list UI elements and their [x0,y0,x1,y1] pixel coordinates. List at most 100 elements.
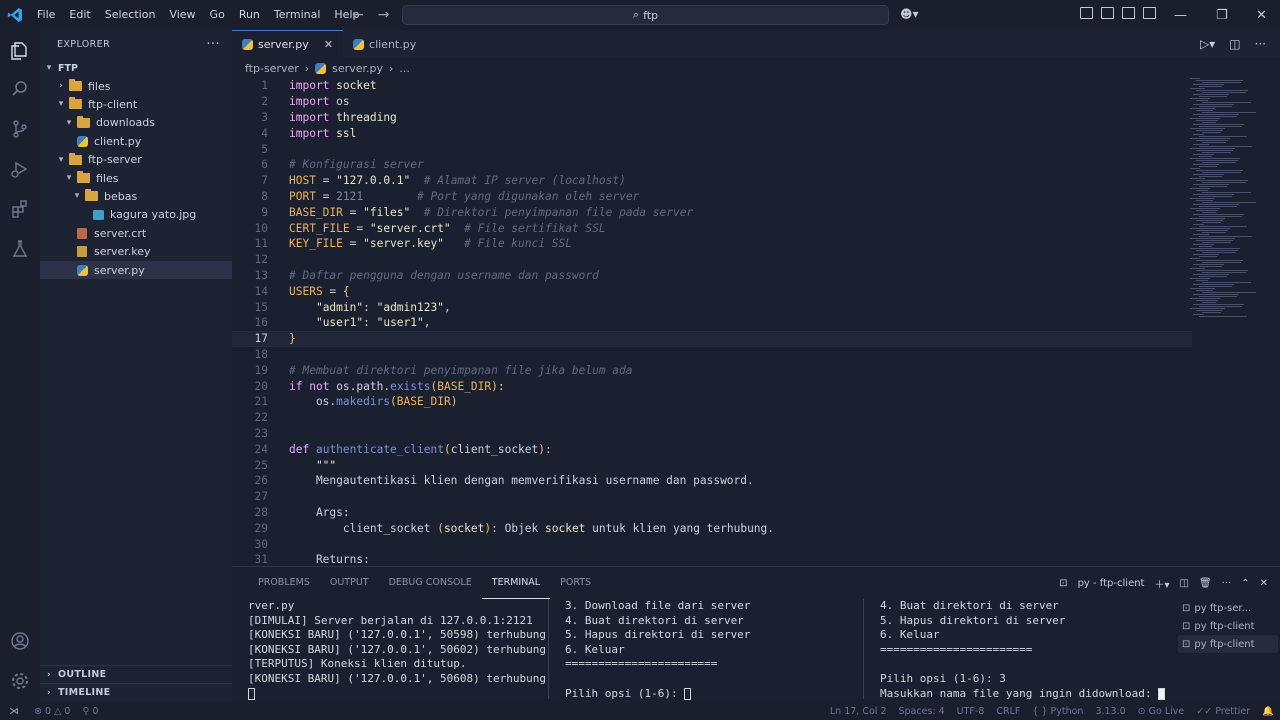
go-live-button[interactable]: ⊙ Go Live [1132,706,1191,717]
panel-tab-output[interactable]: OUTPUT [320,567,379,599]
editor-tab[interactable]: client.py [343,30,459,58]
code-line[interactable]: 3 import threading [232,110,1192,126]
toggle-secondary-sidebar-icon[interactable] [1143,7,1156,19]
maximize-panel-icon[interactable]: ⌃ [1241,578,1249,589]
code-line[interactable]: 28 Args: [232,505,1192,521]
tree-item[interactable]: server.key [40,243,232,261]
menu-go[interactable]: Go [203,0,232,30]
breadcrumb-folder[interactable]: ftp-server [245,62,299,75]
code-line[interactable]: 29 client_socket (socket): Objek socket … [232,520,1192,536]
run-debug-icon[interactable] [9,158,31,180]
notifications-bell-icon[interactable]: 🔔 [1256,706,1280,717]
menu-selection[interactable]: Selection [98,0,163,30]
panel-tab-problems[interactable]: PROBLEMS [248,567,320,599]
new-terminal-icon[interactable]: ＋▾ [1154,576,1169,591]
prettier-status[interactable]: ✓✓ Prettier [1190,706,1256,717]
code-line[interactable]: 9 BASE_DIR = "files" # Direktori penyimpa… [232,204,1192,220]
problems-status[interactable]: ⊗ 0 △ 0 [28,706,76,717]
tree-item[interactable]: server.crt [40,224,232,242]
code-line[interactable]: 10 CERT_FILE = "server.crt" # File sertif… [232,220,1192,236]
tree-item[interactable]: ▾ downloads [40,114,232,132]
terminal-title[interactable]: py - ftp-client [1078,578,1145,589]
terminal-divider[interactable] [863,599,864,699]
terminal-divider[interactable] [548,599,549,699]
back-arrow-icon[interactable]: ← [352,7,364,23]
workspace-root[interactable]: ▾ FTP [40,59,232,77]
menu-run[interactable]: Run [232,0,267,30]
more-actions-icon[interactable]: ··· [1255,37,1266,51]
code-line[interactable]: 23 [232,426,1192,442]
toggle-panel-icon[interactable] [1122,7,1135,19]
more-actions-icon[interactable]: ··· [206,37,220,52]
search-view-icon[interactable] [9,78,31,100]
forward-arrow-icon[interactable]: → [378,7,390,23]
code-line[interactable]: 31 Returns: [232,552,1192,566]
code-line[interactable]: 12 [232,252,1192,268]
menu-file[interactable]: File [30,0,62,30]
terminal-pane-client-2[interactable]: 4. Buat direktori di server 5. Hapus dire… [880,599,1170,703]
close-tab-icon[interactable]: ✕ [324,38,333,51]
tree-item[interactable]: ▾ bebas [40,187,232,205]
code-line[interactable]: 15 "admin": "admin123", [232,299,1192,315]
indentation[interactable]: Spaces: 4 [893,706,951,717]
end-of-line[interactable]: CRLF [990,706,1026,717]
panel-tab-ports[interactable]: PORTS [550,567,601,599]
close-window-button[interactable]: ✕ [1256,0,1267,30]
code-line[interactable]: 7 HOST = "127.0.0.1" # Alamat IP server (… [232,173,1192,189]
editor-tab[interactable]: server.py ✕ [232,30,344,58]
tree-item[interactable]: ▾ ftp-server [40,151,232,169]
code-line[interactable]: 21 os.makedirs(BASE_DIR) [232,394,1192,410]
restore-button[interactable]: ❐ [1216,0,1228,30]
source-control-icon[interactable] [9,118,31,140]
terminal-list-item[interactable]: ⊡ py ftp-client [1178,617,1278,635]
run-file-icon[interactable]: ▷▾ [1200,37,1215,51]
extensions-icon[interactable] [9,198,31,220]
code-line[interactable]: 16 "user1": "user1", [232,315,1192,331]
split-terminal-icon[interactable]: ◫ [1180,578,1189,589]
split-editor-icon[interactable]: ◫ [1229,37,1240,51]
terminal-pane-client-1[interactable]: 3. Download file dari server 4. Buat dire… [565,599,855,703]
cursor-position[interactable]: Ln 17, Col 2 [824,706,893,717]
toggle-sidebar-icon[interactable] [1101,7,1114,19]
code-line[interactable]: 6 # Konfigurasi server [232,157,1192,173]
terminal-list-item[interactable]: ⊡ py ftp-client [1178,635,1278,653]
encoding[interactable]: UTF-8 [951,706,991,717]
code-line[interactable]: 13 # Daftar pengguna dengan username dan … [232,268,1192,284]
account-icon[interactable] [9,630,31,652]
code-line[interactable]: 8 PORT = 2121 # Port yang digunakan oleh … [232,189,1192,205]
menu-edit[interactable]: Edit [62,0,97,30]
code-line[interactable]: 11 KEY_FILE = "server.key" # File kunci S… [232,236,1192,252]
more-actions-icon[interactable]: ··· [1222,578,1232,589]
menu-view[interactable]: View [162,0,202,30]
breadcrumb-more[interactable]: ... [399,62,410,75]
customize-layout-icon[interactable] [1080,7,1093,19]
code-line[interactable]: 14 USERS = { [232,283,1192,299]
code-line[interactable]: 18 [232,347,1192,363]
tree-item[interactable]: client.py [40,132,232,150]
code-line[interactable]: 22 [232,410,1192,426]
code-line[interactable]: 1 import socket [232,78,1192,94]
code-line[interactable]: 26 Mengautentikasi klien dengan memverif… [232,473,1192,489]
kill-terminal-icon[interactable]: 🗑 [1199,578,1212,589]
code-line[interactable]: 4 import ssl [232,125,1192,141]
code-line[interactable]: 17} [232,330,1192,347]
command-center-search[interactable]: ⌕ ftp [402,5,889,25]
code-line[interactable]: 20 if not os.path.exists(BASE_DIR): [232,378,1192,394]
tree-item[interactable]: ▾ ftp-client [40,95,232,113]
remote-indicator-icon[interactable]: ⋊ [0,702,28,720]
code-line[interactable]: 27 [232,489,1192,505]
testing-flask-icon[interactable] [9,238,31,260]
timeline-section[interactable]: › TIMELINE [40,683,232,701]
minimap[interactable] [1190,78,1256,338]
terminal-list-item[interactable]: ⊡ py ftp-ser... [1178,599,1278,617]
code-line[interactable]: 25 """ [232,457,1192,473]
code-line[interactable]: 19 # Membuat direktori penyimpanan file j… [232,362,1192,378]
code-line[interactable]: 24 def authenticate_client(client_socket)… [232,441,1192,457]
outline-section[interactable]: › OUTLINE [40,665,232,683]
copilot-icon[interactable]: ☻▾ [900,7,919,21]
settings-gear-icon[interactable] [9,670,31,692]
explorer-icon[interactable] [9,40,31,62]
terminal-pane-server[interactable]: rver.py [DIMULAI] Server berjalan di 127.… [248,599,548,703]
close-panel-icon[interactable]: ✕ [1260,578,1268,589]
menu-terminal[interactable]: Terminal [267,0,328,30]
